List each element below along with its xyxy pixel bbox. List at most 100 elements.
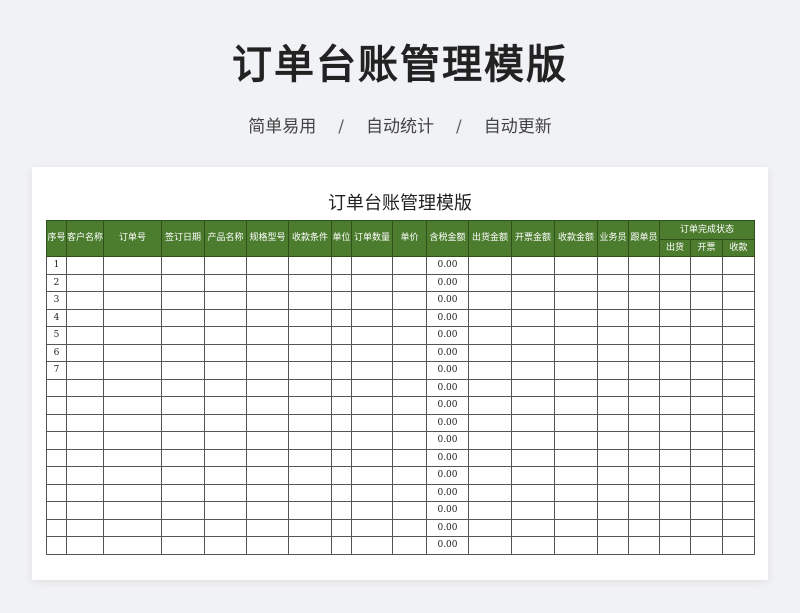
table-cell[interactable]: [351, 361, 393, 380]
cell-tax-amount[interactable]: 0.00: [426, 361, 469, 380]
table-cell[interactable]: [690, 448, 723, 467]
table-cell[interactable]: [161, 466, 205, 485]
cell-serial[interactable]: [46, 501, 67, 520]
table-cell[interactable]: [511, 256, 555, 275]
table-cell[interactable]: [288, 431, 332, 450]
table-cell[interactable]: [331, 291, 352, 310]
cell-serial[interactable]: [46, 448, 67, 467]
table-cell[interactable]: [690, 483, 723, 502]
table-cell[interactable]: [511, 413, 555, 432]
table-cell[interactable]: [161, 518, 205, 537]
table-cell[interactable]: [288, 256, 332, 275]
table-cell[interactable]: [351, 448, 393, 467]
table-cell[interactable]: [659, 291, 691, 310]
table-cell[interactable]: [66, 396, 104, 415]
cell-tax-amount[interactable]: 0.00: [426, 431, 469, 450]
table-cell[interactable]: [351, 431, 393, 450]
table-cell[interactable]: [161, 501, 205, 520]
table-cell[interactable]: [161, 536, 205, 555]
table-cell[interactable]: [331, 413, 352, 432]
table-cell[interactable]: [351, 378, 393, 397]
table-cell[interactable]: [659, 326, 691, 345]
table-cell[interactable]: [597, 343, 629, 362]
table-cell[interactable]: [392, 256, 427, 275]
table-cell[interactable]: [628, 326, 660, 345]
table-cell[interactable]: [511, 308, 555, 327]
table-cell[interactable]: [103, 291, 162, 310]
cell-serial[interactable]: 7: [46, 361, 67, 380]
table-cell[interactable]: [392, 326, 427, 345]
table-cell[interactable]: [392, 273, 427, 292]
cell-tax-amount[interactable]: 0.00: [426, 343, 469, 362]
table-cell[interactable]: [204, 396, 247, 415]
table-cell[interactable]: [351, 308, 393, 327]
table-cell[interactable]: [204, 326, 247, 345]
table-cell[interactable]: [331, 256, 352, 275]
table-cell[interactable]: [628, 291, 660, 310]
table-cell[interactable]: [554, 291, 598, 310]
table-cell[interactable]: [554, 448, 598, 467]
table-cell[interactable]: [204, 413, 247, 432]
table-cell[interactable]: [288, 413, 332, 432]
table-cell[interactable]: [468, 466, 512, 485]
table-cell[interactable]: [721, 466, 756, 485]
table-cell[interactable]: [597, 448, 629, 467]
table-cell[interactable]: [331, 431, 352, 450]
table-cell[interactable]: [554, 256, 598, 275]
table-cell[interactable]: [103, 413, 162, 432]
table-cell[interactable]: [690, 536, 723, 555]
table-cell[interactable]: [161, 308, 205, 327]
table-cell[interactable]: [392, 518, 427, 537]
table-cell[interactable]: [351, 518, 393, 537]
table-cell[interactable]: [628, 308, 660, 327]
table-cell[interactable]: [103, 326, 162, 345]
table-cell[interactable]: [204, 483, 247, 502]
table-cell[interactable]: [103, 518, 162, 537]
table-cell[interactable]: [392, 483, 427, 502]
table-cell[interactable]: [659, 396, 691, 415]
table-cell[interactable]: [628, 343, 660, 362]
table-cell[interactable]: [628, 273, 660, 292]
table-cell[interactable]: [103, 361, 162, 380]
table-cell[interactable]: [690, 291, 723, 310]
cell-serial[interactable]: [46, 483, 67, 502]
cell-serial[interactable]: [46, 518, 67, 537]
table-cell[interactable]: [690, 413, 723, 432]
table-cell[interactable]: [554, 536, 598, 555]
table-cell[interactable]: [66, 291, 104, 310]
table-cell[interactable]: [468, 431, 512, 450]
table-cell[interactable]: [103, 256, 162, 275]
table-cell[interactable]: [721, 273, 756, 292]
cell-serial[interactable]: 6: [46, 343, 67, 362]
table-cell[interactable]: [468, 273, 512, 292]
table-cell[interactable]: [511, 501, 555, 520]
table-cell[interactable]: [246, 361, 289, 380]
cell-serial[interactable]: 5: [46, 326, 67, 345]
table-cell[interactable]: [161, 378, 205, 397]
table-cell[interactable]: [66, 483, 104, 502]
table-cell[interactable]: [659, 536, 691, 555]
table-cell[interactable]: [351, 483, 393, 502]
cell-serial[interactable]: 2: [46, 273, 67, 292]
table-cell[interactable]: [246, 273, 289, 292]
table-cell[interactable]: [66, 466, 104, 485]
table-cell[interactable]: [597, 501, 629, 520]
table-cell[interactable]: [161, 361, 205, 380]
table-cell[interactable]: [103, 343, 162, 362]
table-cell[interactable]: [246, 396, 289, 415]
cell-tax-amount[interactable]: 0.00: [426, 256, 469, 275]
table-cell[interactable]: [597, 291, 629, 310]
table-cell[interactable]: [597, 396, 629, 415]
table-cell[interactable]: [392, 378, 427, 397]
cell-tax-amount[interactable]: 0.00: [426, 536, 469, 555]
table-cell[interactable]: [288, 518, 332, 537]
table-cell[interactable]: [392, 396, 427, 415]
cell-tax-amount[interactable]: 0.00: [426, 518, 469, 537]
table-cell[interactable]: [597, 431, 629, 450]
table-cell[interactable]: [721, 256, 756, 275]
cell-serial[interactable]: 4: [46, 308, 67, 327]
table-cell[interactable]: [659, 378, 691, 397]
table-cell[interactable]: [351, 501, 393, 520]
table-cell[interactable]: [246, 483, 289, 502]
table-cell[interactable]: [554, 518, 598, 537]
